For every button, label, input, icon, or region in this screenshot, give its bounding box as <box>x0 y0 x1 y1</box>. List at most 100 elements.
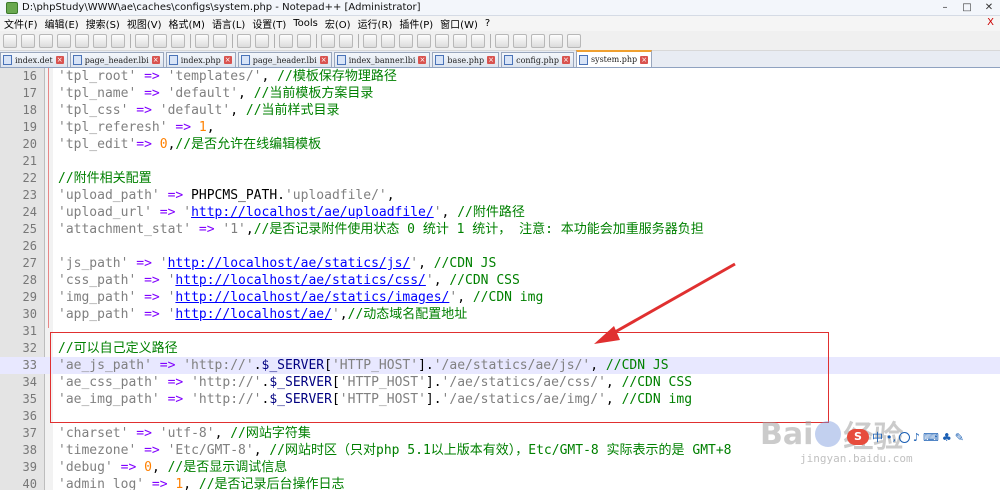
code-line[interactable]: 33 'ae_js_path' => 'http://'.$_SERVER['HT… <box>0 357 1000 374</box>
folder-workspace-icon[interactable] <box>471 33 485 48</box>
undo-icon[interactable] <box>195 33 209 48</box>
ime-mode-toggle[interactable]: 中 <box>872 429 883 445</box>
indent-guide-icon[interactable] <box>399 33 413 48</box>
show-all-chars-icon[interactable] <box>381 33 395 48</box>
doc-map-icon[interactable] <box>435 33 449 48</box>
tab-page-header-lbi[interactable]: page_header.lbi × <box>69 52 164 67</box>
maximize-button[interactable]: □ <box>960 1 974 14</box>
line-number: 39 <box>22 460 37 474</box>
code-text: 'ae_css_path' => 'http://'.$_SERVER['HTT… <box>58 374 692 391</box>
code-line[interactable]: 17 'tpl_name' => 'default', //当前模板方案目录 <box>0 85 1000 102</box>
ime-keyboard-icon[interactable]: ⌨ <box>923 431 939 444</box>
code-line[interactable]: 35 'ae_img_path' => 'http://'.$_SERVER['H… <box>0 391 1000 408</box>
close-button[interactable]: ✕ <box>982 1 996 14</box>
ime-tools-icon[interactable]: ✎ <box>955 431 964 444</box>
zoom-out-icon[interactable] <box>297 33 311 48</box>
tab-index-php[interactable]: index.php × <box>165 52 236 67</box>
line-number: 29 <box>22 290 37 304</box>
code-line[interactable]: 24 'upload_url' => 'http://localhost/ae/u… <box>0 204 1000 221</box>
cut-icon[interactable] <box>135 33 149 48</box>
tab-close-icon[interactable]: × <box>151 56 160 64</box>
code-line[interactable]: 30 'app_path' => 'http://localhost/ae/',/… <box>0 306 1000 323</box>
menu-search[interactable]: 搜索(S) <box>86 16 120 31</box>
menu-plugins[interactable]: 插件(P) <box>399 16 433 31</box>
save-macro-icon[interactable] <box>567 33 581 48</box>
save-icon[interactable] <box>39 33 53 48</box>
menu-file[interactable]: 文件(F) <box>4 16 38 31</box>
tab-index-banner-lbi[interactable]: index_banner.lbi × <box>333 52 431 67</box>
close-file-icon[interactable] <box>75 33 89 48</box>
code-token: 'default' <box>159 103 231 118</box>
toolbar-separator <box>274 33 275 48</box>
zoom-in-icon[interactable] <box>279 33 293 48</box>
menu-language[interactable]: 语言(L) <box>212 16 245 31</box>
menu-format[interactable]: 格式(M) <box>169 16 205 31</box>
tab-config-php[interactable]: config.php × <box>501 52 574 67</box>
tab-index-det[interactable]: index.det × <box>0 52 68 67</box>
ime-skin-icon[interactable]: ♣ <box>942 431 952 444</box>
sogou-ime-icon[interactable]: S <box>847 429 869 445</box>
code-line[interactable]: 31 <box>0 323 1000 340</box>
language-icon[interactable] <box>417 33 431 48</box>
redo-icon[interactable] <box>213 33 227 48</box>
code-line[interactable]: 26 <box>0 238 1000 255</box>
ime-toolbar: S 中 •, ♪ ⌨ ♣ ✎ <box>847 428 997 446</box>
paste-icon[interactable] <box>171 33 185 48</box>
code-line[interactable]: 21 <box>0 153 1000 170</box>
copy-icon[interactable] <box>153 33 167 48</box>
find-icon[interactable] <box>237 33 251 48</box>
code-line[interactable]: 27 'js_path' => 'http://localhost/ae/stat… <box>0 255 1000 272</box>
code-line[interactable]: 32 //可以自己定义路径 <box>0 340 1000 357</box>
code-line[interactable]: 22 //附件相关配置 <box>0 170 1000 187</box>
stop-macro-icon[interactable] <box>513 33 527 48</box>
code-line[interactable]: 25 'attachment_stat' => '1',//是否记录附件使用状态 … <box>0 221 1000 238</box>
menu-help[interactable]: ? <box>485 18 490 29</box>
menu-window[interactable]: 窗口(W) <box>440 16 478 31</box>
sync-horizontal-icon[interactable] <box>339 33 353 48</box>
code-line[interactable]: 29 'img_path' => 'http://localhost/ae/sta… <box>0 289 1000 306</box>
code-line[interactable]: 19 'tpl_referesh' => 1, <box>0 119 1000 136</box>
code-editor[interactable]: 16 'tpl_root' => 'templates/', //模板保存物理路径… <box>0 68 1000 490</box>
menu-macro[interactable]: 宏(O) <box>325 16 351 31</box>
menu-settings[interactable]: 设置(T) <box>252 16 286 31</box>
tab-close-icon[interactable]: × <box>561 56 570 64</box>
ime-voice-icon[interactable]: ♪ <box>913 431 920 444</box>
minimize-button[interactable]: – <box>938 1 952 14</box>
function-list-icon[interactable] <box>453 33 467 48</box>
record-macro-icon[interactable] <box>495 33 509 48</box>
tab-close-icon[interactable]: × <box>223 56 232 64</box>
save-all-icon[interactable] <box>57 33 71 48</box>
sync-vertical-icon[interactable] <box>321 33 335 48</box>
tab-close-icon[interactable]: × <box>55 56 64 64</box>
code-line[interactable]: 20 'tpl_edit'=> 0,//是否允许在线编辑模板 <box>0 136 1000 153</box>
code-line[interactable]: 28 'css_path' => 'http://localhost/ae/sta… <box>0 272 1000 289</box>
tab-base-php[interactable]: base.php × <box>432 52 500 67</box>
ime-emoji-icon[interactable] <box>899 431 910 443</box>
code-line[interactable]: 40 'admin_log' => 1, //是否记录后台操作日志 <box>0 476 1000 490</box>
close-all-icon[interactable] <box>93 33 107 48</box>
run-macro-multiple-icon[interactable] <box>549 33 563 48</box>
tab-close-icon[interactable]: × <box>418 56 427 64</box>
code-token: , <box>245 222 254 237</box>
ime-punctuation-icon[interactable]: •, <box>886 431 896 444</box>
tab-system-php[interactable]: system.php × <box>575 50 653 67</box>
code-line[interactable]: 18 'tpl_css' => 'default', //当前样式目录 <box>0 102 1000 119</box>
tab-close-icon[interactable]: × <box>640 55 649 64</box>
tab-close-icon[interactable]: × <box>319 56 328 64</box>
menu-run[interactable]: 运行(R) <box>358 16 393 31</box>
menu-edit[interactable]: 编辑(E) <box>45 16 79 31</box>
code-line[interactable]: 34 'ae_css_path' => 'http://'.$_SERVER['H… <box>0 374 1000 391</box>
word-wrap-icon[interactable] <box>363 33 377 48</box>
tab-close-icon[interactable]: × <box>487 56 496 64</box>
new-file-icon[interactable] <box>3 33 17 48</box>
open-file-icon[interactable] <box>21 33 35 48</box>
close-document-icon[interactable]: X <box>987 17 994 28</box>
menu-tools[interactable]: Tools <box>293 18 318 29</box>
tab-page-header-lbi-2[interactable]: page_header.lbi × <box>237 52 332 67</box>
play-macro-icon[interactable] <box>531 33 545 48</box>
code-line[interactable]: 23 'upload_path' => PHPCMS_PATH.'uploadfi… <box>0 187 1000 204</box>
menu-view[interactable]: 视图(V) <box>127 16 162 31</box>
code-line[interactable]: 16 'tpl_root' => 'templates/', //模板保存物理路径 <box>0 68 1000 85</box>
print-icon[interactable] <box>111 33 125 48</box>
replace-icon[interactable] <box>255 33 269 48</box>
